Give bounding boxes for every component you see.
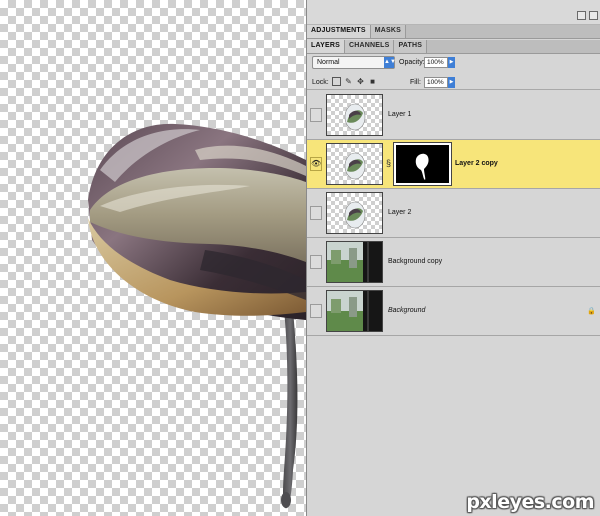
panel-menu-icon[interactable] [589,11,598,20]
mask-shape [415,153,429,180]
layer-thumbnail [326,241,383,283]
layer-row-background-copy[interactable]: Background copy [307,238,600,287]
layer-thumbnail [326,143,383,185]
snail-thumb-icon [344,201,366,229]
fill-slider-icon[interactable]: ▶ [448,77,455,88]
layer-name: Background copy [388,258,443,265]
collapse-panel-icon[interactable] [577,11,586,20]
chain-link-icon[interactable]: § [386,156,392,170]
tab-paths[interactable]: PATHS [394,40,428,53]
layers-tabbar: LAYERS CHANNELS PATHS [307,40,600,54]
adjustments-tabbar: ADJUSTMENTS MASKS [307,25,600,39]
visibility-toggle[interactable] [310,255,322,269]
layer-name: Background [388,307,426,314]
layer-name: Layer 2 [388,209,412,216]
layer-thumbnail [326,192,383,234]
document-canvas[interactable] [0,0,306,516]
tab-adjustments[interactable]: ADJUSTMENTS [307,25,371,38]
tab-channels[interactable]: CHANNELS [344,40,395,53]
snail-thumb-icon [344,103,366,131]
blend-mode-select[interactable]: Normal ▲▼ [312,56,396,69]
panel-dock-header [307,0,600,25]
lock-move-icon[interactable]: ✥ [356,77,365,86]
dropdown-arrow-icon: ▲▼ [384,57,396,68]
lock-all-icon[interactable]: ■ [368,77,377,86]
layer-name: Layer 1 [388,111,412,118]
layer-mask-thumbnail[interactable] [393,142,452,186]
layer-thumbnail [326,94,383,136]
visibility-toggle[interactable] [310,304,322,318]
layers-panel: ADJUSTMENTS MASKS LAYERS CHANNELS PATHS … [306,0,600,516]
blend-row: Normal ▲▼ Opacity: 100% ▶ [307,55,600,71]
visibility-toggle[interactable] [310,108,322,122]
tab-layers[interactable]: LAYERS [307,40,345,53]
fill-label: Fill: [410,79,421,86]
layer-row-background[interactable]: Background 🔒 [307,287,600,336]
layer-name: Layer 2 copy [455,160,498,167]
layer-row-layer-2[interactable]: Layer 2 [307,189,600,238]
layers-empty-area[interactable] [307,336,600,516]
photo-thumb-icon [327,242,382,282]
blend-mode-value: Normal [317,59,340,66]
lock-transparency-icon[interactable] [332,77,341,86]
layer-thumbnail [326,290,383,332]
opacity-input[interactable]: 100% [424,57,448,68]
photo-thumb-icon [327,291,382,331]
fill-input[interactable]: 100% [424,77,448,88]
opacity-slider-icon[interactable]: ▶ [448,57,455,68]
watermark: pxleyes.com [466,491,594,513]
lock-brush-icon[interactable]: ✎ [344,77,353,86]
opacity-label: Opacity: [399,59,425,66]
lock-label: Lock: [312,79,329,86]
eye-icon[interactable]: 👁 [310,157,322,171]
layer-row-layer-2-copy[interactable]: 👁 § Layer 2 copy [307,140,600,189]
lock-row: Lock: ✎ ✥ ■ Fill: 100% ▶ [307,74,600,90]
tab-masks[interactable]: MASKS [370,25,406,38]
lock-icon: 🔒 [587,308,596,315]
visibility-toggle[interactable] [310,206,322,220]
snail-thumb-icon [344,152,366,180]
snail-image [88,123,306,509]
layer-row-layer-1[interactable]: Layer 1 [307,91,600,140]
